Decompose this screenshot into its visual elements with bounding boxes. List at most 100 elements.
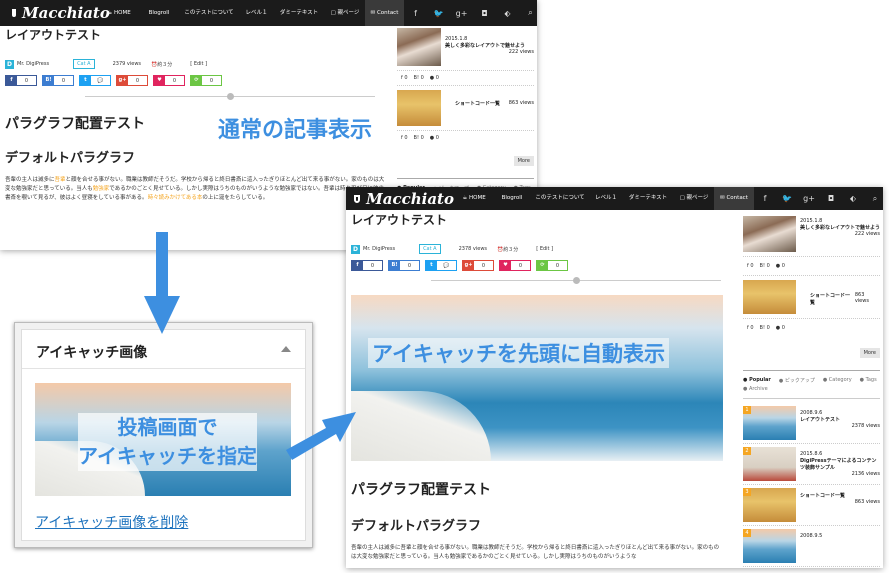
post-link[interactable]: DigiPressテーマによるコンテンツ装飾サンプル <box>800 457 880 471</box>
feedly-icon[interactable]: ⬖ <box>842 194 864 203</box>
author-avatar: D <box>5 59 14 69</box>
popular-item[interactable]: ショートコード一覧 863 views <box>743 275 880 319</box>
share-count: 0 <box>61 77 66 84</box>
share-button[interactable]: ⟳ 0 <box>190 75 222 86</box>
nav-item[interactable]: ☕ HOME <box>454 187 494 210</box>
share-count: 0 <box>481 262 486 269</box>
share-button[interactable]: ♥ 0 <box>153 75 185 86</box>
nav-item[interactable]: ダミーテキスト <box>273 0 325 26</box>
edit-link[interactable]: [ Edit ] <box>536 246 553 252</box>
nav-menu: ☕ HOME Blogroll このテストについて レベル１ ダミーテキスト ▢ 親ページ… <box>98 0 537 26</box>
share-button[interactable]: f0 <box>5 75 37 86</box>
facebook-icon: f 0 <box>401 135 408 141</box>
nav-item[interactable]: ☕ HOME <box>98 0 140 26</box>
heading-default-paragraph: デフォルトパラグラフ <box>351 519 482 534</box>
site-logo[interactable]: Macchiato <box>346 190 454 208</box>
nav-item[interactable]: ▢ 親ページ <box>325 0 365 26</box>
item-stats: f 0 B! 0 ● 0 <box>397 131 534 145</box>
thumbnail-image <box>397 90 441 126</box>
search-icon[interactable]: ⌕ <box>864 194 883 204</box>
view-count: 2136 views <box>851 471 880 477</box>
view-count: 222 views <box>854 231 880 237</box>
google-plus-icon[interactable]: g+ <box>450 9 473 18</box>
sidebar-tab[interactable]: ● Archive <box>743 386 768 392</box>
sidebar-top: 2015.1.8 美しく多彩なレイアウトで魅せよう 222 views f 0 … <box>397 26 534 200</box>
facebook-icon[interactable]: f <box>754 194 776 203</box>
popular-item[interactable]: 2015.1.8 美しく多彩なレイアウトで魅せよう 222 views <box>743 210 880 257</box>
collapse-toggle-icon[interactable] <box>281 346 291 352</box>
post-link[interactable]: ショートコード一覧 <box>455 100 500 126</box>
ranked-item[interactable]: 1 2008.9.6 レイアウトテスト 2378 views <box>743 403 880 444</box>
share-button[interactable]: B! 0 <box>42 75 74 86</box>
twitter-icon[interactable]: 🐦 <box>427 9 450 18</box>
twitter-icon[interactable]: 🐦 <box>776 194 798 203</box>
hatena-icon: B! 0 <box>413 75 424 81</box>
more-button[interactable]: More <box>513 156 534 166</box>
nav-item[interactable]: ダミーテキスト <box>622 187 674 210</box>
nav-item[interactable]: ✉ Contact <box>714 187 754 210</box>
share-button[interactable]: g+ 0 <box>116 75 148 86</box>
share-service-icon: B! <box>389 261 400 270</box>
share-button[interactable]: ♥ 0 <box>499 260 531 271</box>
nav-item[interactable]: このテストについて <box>530 187 590 210</box>
post-title: レイアウトテスト <box>5 28 102 42</box>
nav-item[interactable]: Blogroll <box>140 0 178 26</box>
instagram-icon[interactable]: ◘ <box>473 9 496 18</box>
eyecatch-view-screenshot: Macchiato ☕ HOME Blogroll このテストについて レベル１ ダミー… <box>346 187 883 568</box>
instagram-icon[interactable]: ◘ <box>820 194 842 203</box>
item-stats: f 0 B! 0 ● 0 <box>743 257 880 275</box>
post-link[interactable]: ショートコード一覧 <box>810 292 855 314</box>
facebook-icon[interactable]: f <box>404 9 427 18</box>
sidebar-tab[interactable]: ● ピックアップ <box>779 377 815 384</box>
category-badge[interactable]: Cat A <box>419 244 441 254</box>
section-divider <box>85 93 375 100</box>
share-button[interactable]: t 💬 <box>425 260 457 271</box>
share-button[interactable]: g+ 0 <box>462 260 494 271</box>
ranked-list: 1 2008.9.6 レイアウトテスト 2378 views 2 2015.8.6 Digi… <box>743 403 880 567</box>
feedly-icon[interactable]: ⬖ <box>496 9 519 18</box>
callout-set-eyecatch: 投稿画面で アイキャッチを指定 <box>74 413 261 471</box>
ranked-item[interactable]: 2 2015.8.6 DigiPressテーマによるコンテンツ装飾サンプル 2136 … <box>743 444 880 485</box>
nav-item[interactable]: レベル１ <box>590 187 622 210</box>
edit-link[interactable]: [ Edit ] <box>190 61 207 67</box>
nav-item[interactable]: Blogroll <box>494 187 530 210</box>
share-button[interactable]: ⟳ 0 <box>536 260 568 271</box>
site-logo[interactable]: Macchiato <box>0 4 110 22</box>
facebook-icon: f 0 <box>401 75 408 81</box>
post-link[interactable]: 美しく多彩なレイアウトで魅せよう <box>800 224 880 231</box>
nav-item[interactable]: ✉ Contact <box>365 0 404 26</box>
view-count: 2379 views <box>112 61 142 67</box>
post-link[interactable]: レイアウトテスト <box>800 416 880 423</box>
comment-icon: ● 0 <box>775 263 785 269</box>
author-name[interactable]: Mr. DigiPress <box>17 61 49 67</box>
remove-featured-image-link[interactable]: アイキャッチ画像を削除 <box>35 512 188 532</box>
more-button[interactable]: More <box>859 348 880 358</box>
read-time: ⏰約３分 <box>151 61 173 68</box>
ranked-item[interactable]: 3 ショートコード一覧 863 views <box>743 485 880 526</box>
ranked-item[interactable]: 4 2008.9.5 <box>743 526 880 567</box>
cup-icon <box>12 9 16 17</box>
view-count: 863 views <box>854 292 869 304</box>
nav-item[interactable]: レベル１ <box>240 0 273 26</box>
sidebar-tab[interactable]: ● Popular <box>743 377 771 384</box>
popular-item[interactable]: ショートコード一覧 863 views <box>397 85 534 131</box>
post-link[interactable]: 美しく多彩なレイアウトで魅せよう <box>445 42 534 49</box>
share-button[interactable]: f0 <box>351 260 383 271</box>
share-button[interactable]: B! 0 <box>388 260 420 271</box>
post-link[interactable]: ショートコード一覧 <box>800 492 880 499</box>
sidebar-tab[interactable]: ● Category <box>823 377 852 384</box>
share-button[interactable]: t 💬 <box>79 75 111 86</box>
sidebar-tab[interactable]: ● Tags <box>860 377 877 384</box>
author-name[interactable]: Mr. DigiPress <box>363 246 395 252</box>
section-divider <box>431 277 721 284</box>
cup-icon <box>354 194 361 203</box>
top-nav-bar: Macchiato ☕ HOME Blogroll このテストについて レベル１ ダミー… <box>346 187 883 210</box>
sidebar-tabs: ● Popular ● ピックアップ ● Category ● Tags ● Archi… <box>743 377 880 392</box>
search-icon[interactable]: ⌕ <box>519 8 537 18</box>
category-badge[interactable]: Cat A <box>73 59 95 69</box>
thumbnail-image <box>397 28 441 66</box>
google-plus-icon[interactable]: g+ <box>798 194 820 203</box>
popular-item[interactable]: 2015.1.8 美しく多彩なレイアウトで魅せよう 222 views <box>397 26 534 71</box>
nav-item[interactable]: このテストについて <box>178 0 240 26</box>
nav-item[interactable]: ▢ 親ページ <box>674 187 714 210</box>
